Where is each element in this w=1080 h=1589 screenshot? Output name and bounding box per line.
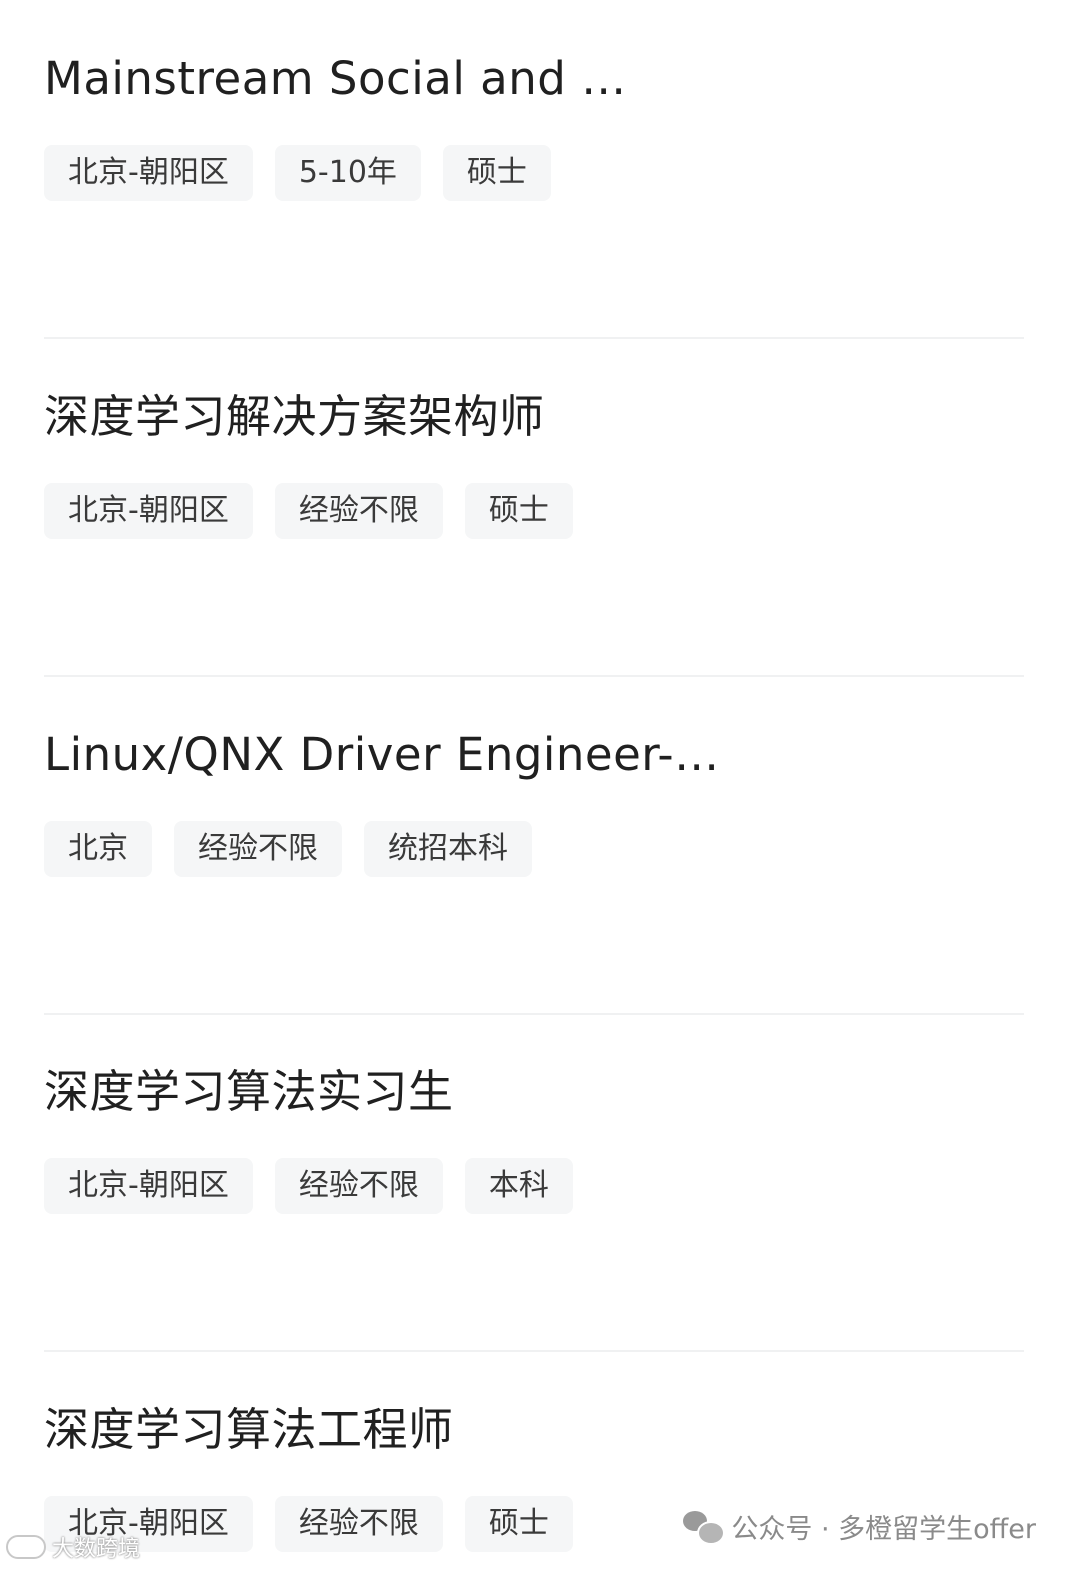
job-tags: 北京 经验不限 统招本科 (44, 821, 532, 877)
location-tag: 北京 (44, 821, 152, 877)
experience-tag: 经验不限 (174, 821, 342, 877)
corner-watermark: 大数跨境 (6, 1530, 140, 1564)
location-tag: 北京-朝阳区 (44, 145, 253, 201)
location-tag: 北京-朝阳区 (44, 483, 253, 539)
watermark-text: 公众号 · 多橙留学生offer (731, 1513, 1036, 1545)
education-tag: 硕士 (464, 1496, 573, 1552)
experience-tag: 5-10年 (274, 145, 421, 201)
job-tags: 北京-朝阳区 经验不限 硕士 (44, 483, 573, 539)
job-tags: 北京-朝阳区 5-10年 硕士 (44, 145, 551, 201)
job-title[interactable]: 深度学习解决方案架构师 (44, 388, 545, 446)
job-title[interactable]: 深度学习算法实习生 (44, 1063, 454, 1121)
job-card[interactable]: Linux/QNX Driver Engineer-… 北京 经验不限 统招本科 (44, 676, 1024, 1015)
job-card[interactable]: 深度学习解决方案架构师 北京-朝阳区 经验不限 硕士 (44, 338, 1024, 677)
experience-tag: 经验不限 (274, 1158, 443, 1214)
corner-watermark-text: 大数跨境 (52, 1537, 141, 1562)
job-title[interactable]: Mainstream Social and … (44, 50, 627, 108)
education-tag: 硕士 (464, 483, 573, 539)
job-tags: 北京-朝阳区 经验不限 本科 (44, 1158, 573, 1214)
job-list: Mainstream Social and … 北京-朝阳区 5-10年 硕士 … (0, 0, 1080, 1589)
experience-tag: 经验不限 (274, 483, 443, 539)
job-title[interactable]: 深度学习算法工程师 (44, 1401, 454, 1459)
wechat-icon (683, 1509, 726, 1545)
watermark: 公众号 · 多橙留学生offer (683, 1504, 1036, 1548)
education-tag: 统招本科 (364, 821, 532, 877)
experience-tag: 经验不限 (274, 1496, 443, 1552)
job-card[interactable]: Mainstream Social and … 北京-朝阳区 5-10年 硕士 (44, 0, 1024, 339)
job-card[interactable]: 深度学习算法工程师 北京-朝阳区 经验不限 硕士 (44, 1351, 1024, 1589)
location-tag: 北京-朝阳区 (44, 1158, 253, 1214)
logo-icon (6, 1535, 46, 1559)
job-card[interactable]: 深度学习算法实习生 北京-朝阳区 经验不限 本科 (44, 1013, 1024, 1352)
education-tag: 硕士 (442, 145, 551, 201)
education-tag: 本科 (464, 1158, 573, 1214)
job-title[interactable]: Linux/QNX Driver Engineer-… (44, 726, 720, 784)
